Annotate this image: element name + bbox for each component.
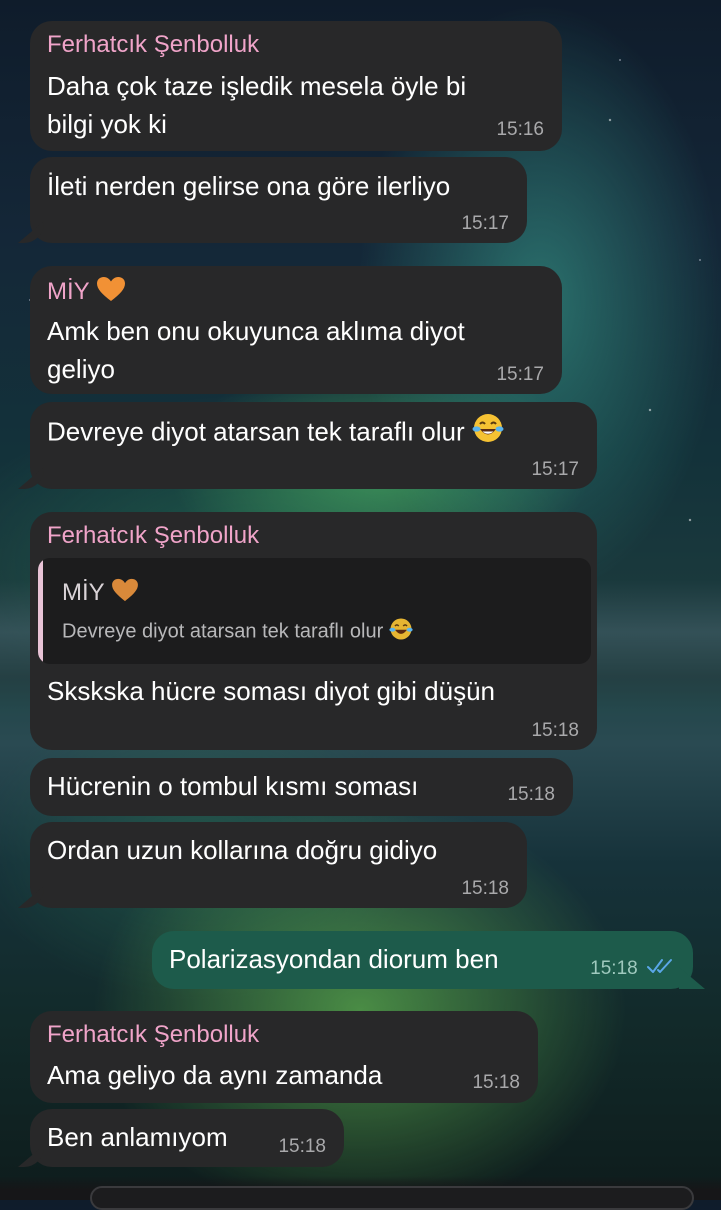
message-bubble[interactable]: Ferhatcık Şenbolluk Daha çok taze işledi… (30, 21, 562, 151)
message-time: 15:16 (496, 119, 544, 140)
quoted-message-text: Devreye diyot atarsan tek taraflı olur (62, 617, 413, 647)
chat-message-list[interactable]: Ferhatcık Şenbolluk Daha çok taze işledi… (0, 0, 721, 1200)
message-time: 15:17 (496, 364, 544, 385)
sender-name: Ferhatcık Şenbolluk (47, 522, 260, 549)
message-text: geliyo (47, 354, 115, 384)
message-input-field[interactable] (90, 1186, 694, 1210)
message-text: Ben anlamıyom (47, 1122, 228, 1152)
message-time: 15:17 (531, 459, 579, 480)
message-time: 15:17 (461, 213, 509, 234)
sender-name: Ferhatcık Şenbolluk (47, 1021, 260, 1048)
message-text: Ordan uzun kollarına doğru gidiyo (47, 835, 438, 865)
message-text-content: Devreye diyot atarsan tek taraflı olur (47, 416, 465, 447)
message-bubble[interactable]: Ben anlamıyom 15:18 (30, 1109, 344, 1167)
message-time-text: 15:18 (590, 958, 638, 979)
message-bubble[interactable]: Ordan uzun kollarına doğru gidiyo 15:18 (30, 822, 527, 908)
message-time: 15:18 (531, 720, 579, 741)
message-text: Daha çok taze işledik mesela öyle bi (47, 71, 467, 101)
message-text: bilgi yok ki (47, 109, 167, 139)
orange-heart-icon (96, 276, 126, 309)
message-text: Hücrenin o tombul kısmı soması (47, 771, 419, 801)
sender-name: Ferhatcık Şenbolluk (47, 31, 260, 58)
message-bubble[interactable]: Ferhatcık Şenbolluk Ama geliyo da aynı z… (30, 1011, 538, 1103)
message-bubble[interactable]: Hücrenin o tombul kısmı soması 15:18 (30, 758, 573, 816)
message-bubble[interactable]: Devreye diyot atarsan tek taraflı olur 1… (30, 402, 597, 489)
message-bubble[interactable]: Ferhatcık Şenbolluk MİY Devreye diyot at… (30, 512, 597, 750)
message-time: 15:18 (590, 958, 675, 980)
message-text: Devreye diyot atarsan tek taraflı olur (47, 412, 504, 455)
message-time: 15:18 (461, 878, 509, 899)
orange-heart-icon (111, 578, 139, 609)
double-check-icon (647, 958, 675, 980)
message-time: 15:18 (507, 784, 555, 805)
tears-of-joy-icon (389, 617, 413, 647)
quoted-text-content: Devreye diyot atarsan tek taraflı olur (62, 620, 384, 643)
quoted-sender-name: MİY (62, 578, 139, 609)
sender-name-text: MİY (47, 277, 90, 305)
outgoing-message-bubble[interactable]: Polarizasyondan diorum ben 15:18 (152, 931, 693, 989)
tears-of-joy-icon (472, 412, 504, 455)
message-bubble[interactable]: İleti nerden gelirse ona göre ilerliyo 1… (30, 157, 527, 243)
sender-name: MİY (47, 276, 126, 309)
message-text: Ama geliyo da aynı zamanda (47, 1060, 383, 1090)
message-text: Amk ben onu okuyunca aklıma diyot (47, 316, 465, 346)
message-text: Skskska hücre soması diyot gibi düşün (47, 676, 495, 706)
message-text: İleti nerden gelirse ona göre ilerliyo (47, 171, 451, 201)
quote-accent-bar (38, 558, 43, 664)
quoted-message[interactable]: MİY Devreye diyot atarsan tek taraflı ol… (38, 558, 591, 664)
message-text: Polarizasyondan diorum ben (169, 944, 499, 974)
message-bubble[interactable]: MİY Amk ben onu okuyunca aklıma diyot ge… (30, 266, 562, 394)
quoted-sender-text: MİY (62, 578, 105, 606)
message-time: 15:18 (472, 1072, 520, 1093)
message-time: 15:18 (278, 1136, 326, 1157)
